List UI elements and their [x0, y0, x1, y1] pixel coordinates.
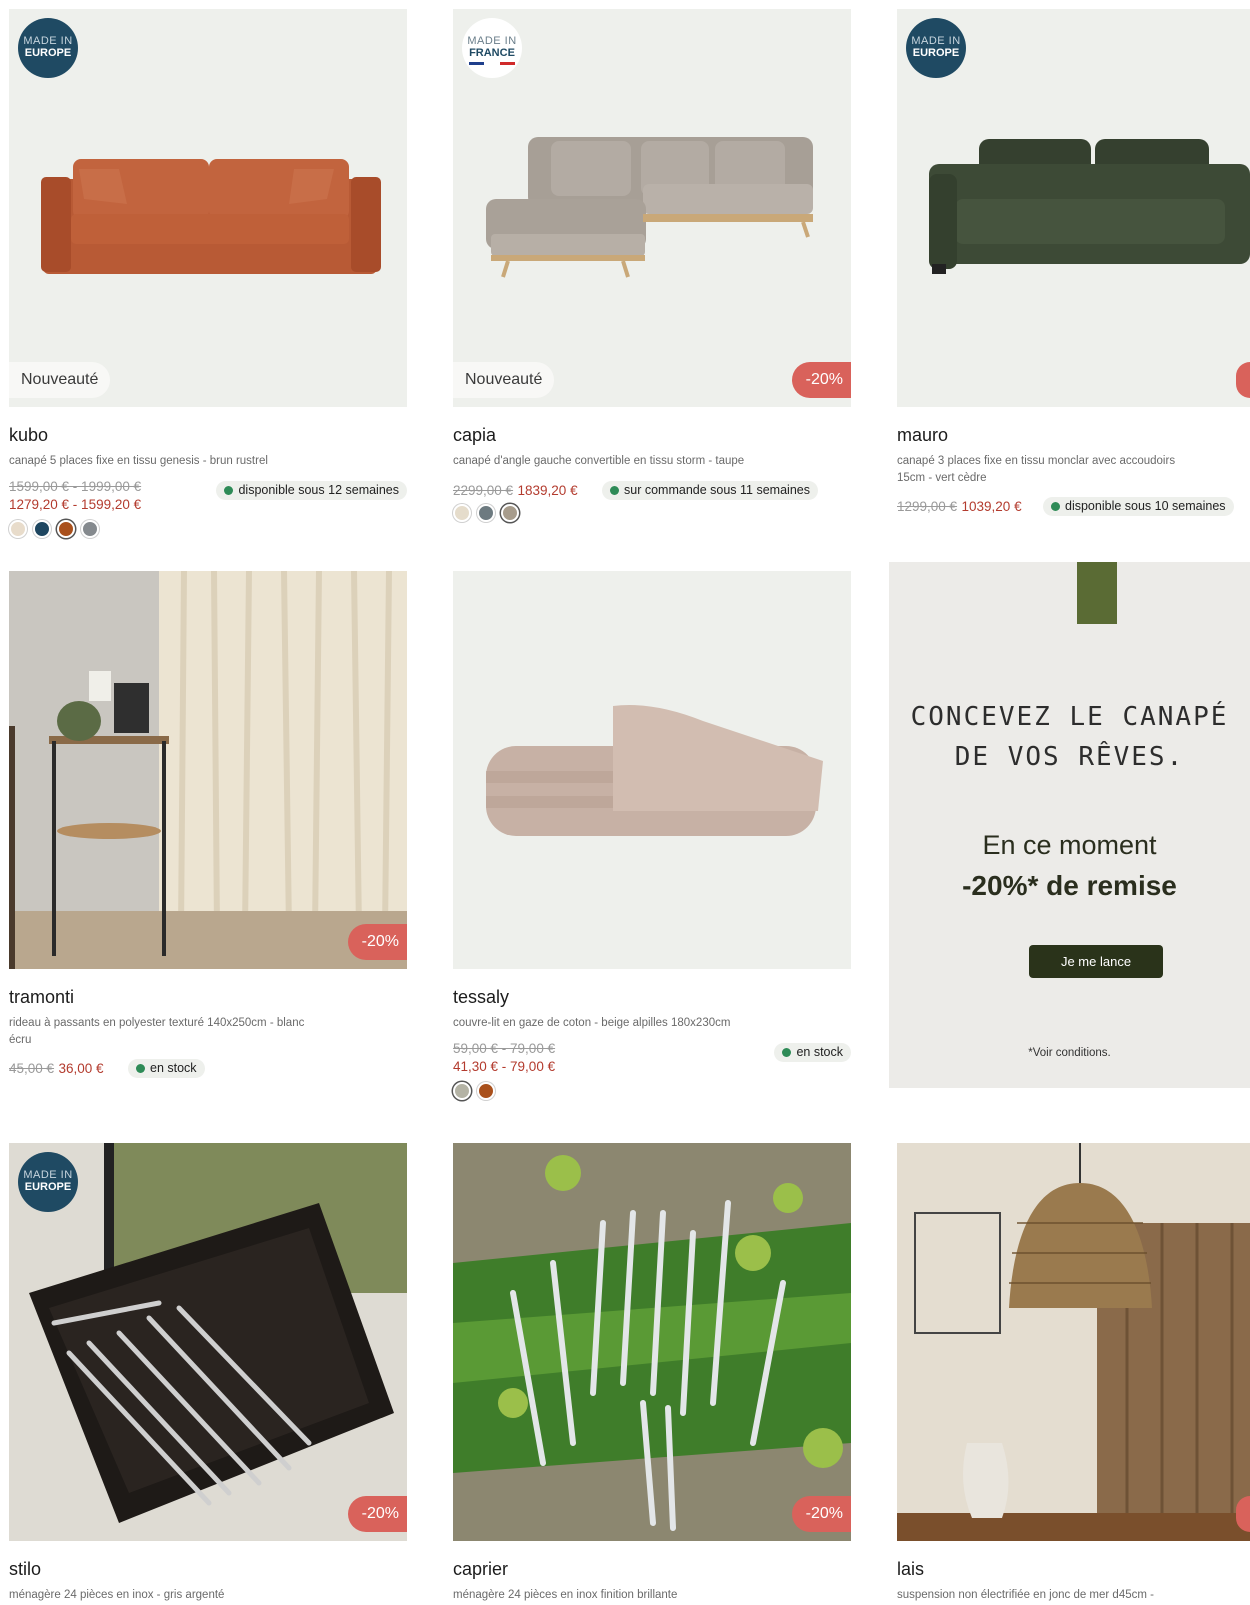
- cutlery-leaves-image: [453, 1143, 851, 1541]
- product-name[interactable]: mauro: [897, 425, 1250, 447]
- product-name[interactable]: tramonti: [9, 987, 407, 1009]
- product-name[interactable]: tessaly: [453, 987, 851, 1009]
- product-description: ménagère 24 pièces en inox finition bril…: [453, 1589, 678, 1601]
- promo-script-subtitle: DE VOS RÊVES.: [954, 742, 1185, 772]
- sale-price: 1039,20 €: [961, 499, 1022, 514]
- color-swatch[interactable]: [477, 503, 495, 522]
- discount-badge: -20%: [347, 924, 407, 960]
- new-badge: Nouveauté: [453, 362, 555, 398]
- original-price: 1299,00 €: [897, 499, 958, 514]
- product-card-lais[interactable]: lais suspension non électrifiée en jonc …: [897, 1143, 1250, 1604]
- discount-badge: -20%: [791, 362, 851, 398]
- product-description: canapé 3 places fixe en tissu monclar av…: [897, 455, 1176, 484]
- original-price: 59,00 € - 79,00 €: [453, 1040, 556, 1056]
- tape-decoration: [1077, 562, 1117, 624]
- product-description: rideau à passants en polyester texturé 1…: [9, 1017, 305, 1046]
- original-price: 45,00 €: [9, 1061, 55, 1076]
- color-swatch[interactable]: [477, 1081, 495, 1100]
- product-image[interactable]: MADE IN EUROPE: [897, 9, 1250, 407]
- product-card-tessaly[interactable]: tessaly couvre-lit en gaze de coton - be…: [453, 571, 851, 1100]
- product-image[interactable]: [453, 571, 851, 969]
- product-card-capia[interactable]: MADE IN FRANCE Nouveauté -20% capia canap…: [453, 9, 851, 522]
- product-name[interactable]: kubo: [9, 425, 407, 447]
- color-swatch[interactable]: [9, 519, 27, 538]
- promo-banner[interactable]: CONCEVEZ LE CANAPÉ DE VOS RÊVES. En ce m…: [889, 562, 1250, 1088]
- color-swatches: [453, 1081, 851, 1100]
- product-name[interactable]: caprier: [453, 1559, 851, 1581]
- product-image[interactable]: MADE IN EUROPE -20%: [9, 1143, 407, 1541]
- stock-status: en stock: [128, 1059, 205, 1078]
- stock-status: disponible sous 10 semaines: [1043, 497, 1234, 516]
- product-image[interactable]: MADE IN FRANCE Nouveauté -20%: [453, 9, 851, 407]
- promo-script-title: CONCEVEZ LE CANAPÉ: [910, 702, 1229, 732]
- made-in-france-badge: MADE IN FRANCE: [462, 18, 522, 78]
- curtain-image: [9, 571, 407, 969]
- product-description: couvre-lit en gaze de coton - beige alpi…: [453, 1017, 731, 1029]
- product-name[interactable]: capia: [453, 425, 851, 447]
- stock-status: sur commande sous 11 semaines: [602, 480, 818, 500]
- sale-price: 36,00 €: [58, 1061, 104, 1076]
- pendant-lamp-image: [897, 1143, 1250, 1541]
- color-swatches: [453, 503, 851, 522]
- sale-price: 1279,20 € - 1599,20 €: [9, 496, 142, 512]
- promo-discount: -20%* de remise: [962, 870, 1177, 901]
- made-in-europe-badge: MADE IN EUROPE: [18, 1152, 78, 1212]
- je-me-lance-button[interactable]: Je me lance: [1029, 945, 1163, 978]
- product-card-caprier[interactable]: -20% caprier ménagère 24 pièces en inox …: [453, 1143, 851, 1604]
- sale-price: 41,30 € - 79,00 €: [453, 1058, 556, 1074]
- discount-badge: -20%: [791, 1496, 851, 1532]
- product-image[interactable]: [897, 1143, 1250, 1541]
- color-swatch[interactable]: [57, 519, 75, 538]
- blanket-image: [486, 705, 823, 836]
- color-swatch[interactable]: [33, 519, 51, 538]
- made-in-europe-badge: MADE IN EUROPE: [906, 18, 966, 78]
- color-swatches: [9, 519, 407, 538]
- product-card-mauro[interactable]: MADE IN EUROPE mauro canapé 3 places fixe…: [897, 9, 1250, 518]
- promo-headline: En ce moment: [982, 830, 1157, 860]
- product-description: suspension non électrifiée en jonc de me…: [897, 1589, 1154, 1601]
- conditions-link[interactable]: *Voir conditions.: [889, 1047, 1250, 1059]
- made-in-europe-badge: MADE IN EUROPE: [18, 18, 78, 78]
- stock-status: disponible sous 12 semaines: [216, 480, 407, 500]
- color-swatch[interactable]: [453, 1081, 471, 1100]
- product-image[interactable]: MADE IN EUROPE Nouveauté: [9, 9, 407, 407]
- product-card-kubo[interactable]: MADE IN EUROPE Nouveauté kubo canapé 5 pl…: [9, 9, 407, 538]
- discount-badge: [1236, 1496, 1250, 1532]
- original-price: 1599,00 € - 1999,00 €: [9, 478, 142, 494]
- product-description: canapé d'angle gauche convertible en tis…: [453, 455, 745, 467]
- product-image[interactable]: -20%: [453, 1143, 851, 1541]
- product-card-stilo[interactable]: MADE IN EUROPE -20% stilo ménagère 24 piè…: [9, 1143, 407, 1604]
- sale-price: 1839,20 €: [517, 482, 578, 498]
- stock-status: en stock: [774, 1042, 851, 1062]
- discount-badge: -20%: [347, 1496, 407, 1532]
- product-image[interactable]: -20%: [9, 571, 407, 969]
- new-badge: Nouveauté: [9, 362, 111, 398]
- color-swatch[interactable]: [453, 503, 471, 522]
- product-description: ménagère 24 pièces en inox - gris argent…: [9, 1589, 225, 1601]
- product-description: canapé 5 places fixe en tissu genesis - …: [9, 455, 268, 467]
- product-name[interactable]: stilo: [9, 1559, 407, 1581]
- original-price: 2299,00 €: [453, 482, 514, 498]
- color-swatch[interactable]: [501, 503, 519, 522]
- color-swatch[interactable]: [81, 519, 99, 538]
- product-card-tramonti[interactable]: -20% tramonti rideau à passants en polye…: [9, 571, 407, 1080]
- discount-badge: [1236, 362, 1250, 398]
- product-name[interactable]: lais: [897, 1559, 1250, 1581]
